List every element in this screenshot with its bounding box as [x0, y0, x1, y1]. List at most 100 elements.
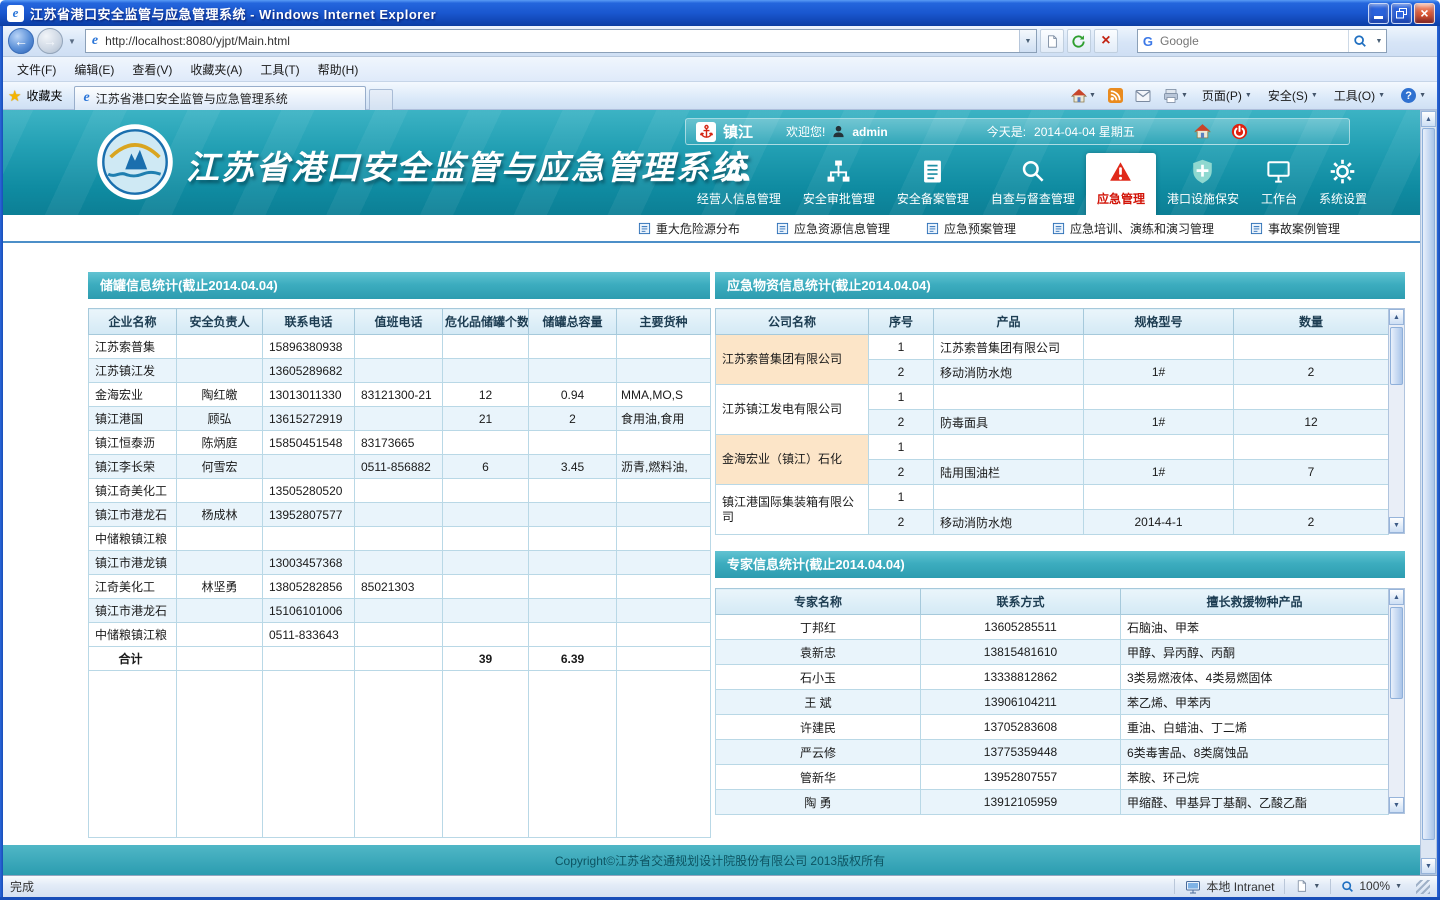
column-header: 联系电话: [263, 309, 355, 335]
nav-item-5[interactable]: 港口设施保安: [1156, 153, 1250, 215]
submenu-item-4[interactable]: 事故案例管理: [1250, 220, 1340, 237]
nav-item-6[interactable]: 工作台: [1250, 153, 1308, 215]
scroll-thumb[interactable]: [1390, 327, 1403, 385]
tank-panel-title: 储罐信息统计(截止2014.04.04): [88, 272, 710, 299]
scroll-up-icon[interactable]: ▲: [1421, 111, 1436, 127]
favorites-star-icon[interactable]: ★: [8, 87, 21, 105]
scroll-down-icon[interactable]: ▼: [1389, 797, 1404, 813]
print-button[interactable]: ▼: [1159, 86, 1192, 106]
expert-row: 许建民13705283608重油、白蜡油、丁二烯: [716, 715, 1389, 740]
mail-button[interactable]: [1131, 87, 1155, 105]
scroll-up-icon[interactable]: ▲: [1389, 589, 1404, 605]
expert-row: 王 斌13906104211苯乙烯、甲苯丙: [716, 690, 1389, 715]
nav-item-2[interactable]: 安全备案管理: [886, 153, 980, 215]
form-icon: [926, 222, 939, 235]
tank-row: 中储粮镇江粮: [89, 527, 711, 551]
emergency-icon: [1107, 158, 1134, 185]
submenu-item-3[interactable]: 应急培训、演练和演习管理: [1052, 220, 1214, 237]
column-header: 数量: [1234, 309, 1389, 335]
scroll-down-icon[interactable]: ▼: [1389, 517, 1404, 533]
compatibility-view-button[interactable]: [1040, 29, 1064, 53]
home-shortcut-icon[interactable]: [1194, 123, 1211, 140]
tools-menu-button[interactable]: 工具(O)▼: [1328, 85, 1391, 106]
column-header: 公司名称: [716, 309, 869, 335]
forward-button[interactable]: →: [37, 28, 63, 54]
tab-title: 江苏省港口安全监管与应急管理系统: [96, 90, 288, 107]
menu-item-4[interactable]: 工具(T): [251, 58, 308, 81]
stop-button[interactable]: ×: [1094, 29, 1118, 53]
scroll-thumb[interactable]: [1422, 128, 1435, 840]
search-magnifier-icon[interactable]: [1348, 30, 1372, 52]
scroll-thumb[interactable]: [1390, 607, 1403, 699]
supplies-row: 江苏镇江发电有限公司1: [716, 385, 1389, 410]
scroll-down-icon[interactable]: ▼: [1421, 858, 1436, 874]
company-cell: 江苏镇江发电有限公司: [716, 385, 869, 435]
protected-mode-indicator[interactable]: ▼: [1284, 879, 1330, 894]
window-title: 江苏省港口安全监管与应急管理系统 - Windows Internet Expl…: [30, 4, 1368, 23]
experts-table: 专家名称联系方式擅长救援物种产品 丁邦红13605285511石脑油、甲苯袁新忠…: [715, 588, 1389, 815]
tank-table-wrap: 企业名称安全负责人联系电话值班电话危化品储罐个数储罐总容量主要货种 江苏索普集1…: [88, 308, 710, 838]
company-cell: 江苏索普集团有限公司: [716, 335, 869, 385]
menu-item-2[interactable]: 查看(V): [123, 58, 181, 81]
menu-item-1[interactable]: 编辑(E): [65, 58, 123, 81]
form-icon: [638, 222, 651, 235]
page-scrollbar[interactable]: ▲ ▼: [1420, 110, 1437, 875]
search-dropdown-icon[interactable]: ▼: [1372, 30, 1386, 52]
home-button[interactable]: ▼: [1067, 86, 1100, 106]
resize-grip[interactable]: [1416, 880, 1430, 894]
print-dropdown-icon[interactable]: ▼: [1181, 92, 1188, 99]
submenu-item-2[interactable]: 应急预案管理: [926, 220, 1016, 237]
minimize-button[interactable]: [1368, 3, 1389, 24]
nav-item-4[interactable]: 应急管理: [1086, 153, 1156, 215]
history-dropdown-icon[interactable]: ▼: [66, 37, 78, 46]
restore-button[interactable]: [1391, 3, 1412, 24]
column-header: 序号: [869, 309, 934, 335]
tank-row: 镇江奇美化工13505280520: [89, 479, 711, 503]
favorites-label[interactable]: 收藏夹: [26, 87, 62, 104]
window-frame: [0, 26, 3, 900]
tank-filler-row: [89, 671, 711, 838]
experts-scrollbar[interactable]: ▲ ▼: [1388, 588, 1405, 814]
scroll-up-icon[interactable]: ▲: [1389, 309, 1404, 325]
nav-item-0[interactable]: 经营人信息管理: [686, 153, 792, 215]
close-button[interactable]: ×: [1414, 3, 1435, 24]
back-button[interactable]: ←: [8, 28, 34, 54]
url-input[interactable]: [103, 33, 1019, 49]
new-tab-button[interactable]: [369, 89, 393, 110]
help-button[interactable]: ?▼: [1395, 86, 1432, 105]
expert-row: 袁新忠13815481610甲醇、异丙醇、丙酮: [716, 640, 1389, 665]
favorites-bar: ★ 收藏夹 e 江苏省港口安全监管与应急管理系统 ▼ ▼ 页面(P)▼ 安全(S…: [0, 82, 1440, 110]
today-value: 2014-04-04 星期五: [1034, 123, 1135, 140]
security-zone[interactable]: 本地 Intranet: [1174, 879, 1284, 894]
menu-item-5[interactable]: 帮助(H): [309, 58, 368, 81]
security-icon: [1189, 158, 1216, 185]
menu-item-0[interactable]: 文件(F): [8, 58, 65, 81]
home-dropdown-icon[interactable]: ▼: [1089, 92, 1096, 99]
google-logo-icon: G: [1143, 34, 1153, 49]
logout-power-icon[interactable]: [1231, 123, 1248, 140]
safety-menu-button[interactable]: 安全(S)▼: [1262, 85, 1324, 106]
port-logo-icon: [96, 123, 174, 201]
submenu-item-0[interactable]: 重大危险源分布: [638, 220, 740, 237]
nav-item-1[interactable]: 安全审批管理: [792, 153, 886, 215]
page-menu-button[interactable]: 页面(P)▼: [1196, 85, 1258, 106]
nav-item-7[interactable]: 系统设置: [1308, 153, 1378, 215]
submenu-item-1[interactable]: 应急资源信息管理: [776, 220, 890, 237]
status-text: 完成: [10, 878, 34, 895]
tank-row: 江苏索普集15896380938: [89, 335, 711, 359]
zoom-control[interactable]: 100% ▼: [1330, 879, 1412, 894]
tank-table: 企业名称安全负责人联系电话值班电话危化品储罐个数储罐总容量主要货种 江苏索普集1…: [88, 308, 711, 838]
menu-item-3[interactable]: 收藏夹(A): [181, 58, 251, 81]
user-bar: 镇江 欢迎您! admin 今天是: 2014-04-04 星期五: [685, 118, 1350, 145]
search-input[interactable]: [1158, 33, 1348, 49]
form-icon: [1250, 222, 1263, 235]
nav-item-3[interactable]: 自查与督查管理: [980, 153, 1086, 215]
feeds-button[interactable]: [1104, 86, 1127, 105]
browser-tab[interactable]: e 江苏省港口安全监管与应急管理系统: [74, 86, 366, 110]
url-dropdown-icon[interactable]: ▼: [1019, 30, 1036, 52]
supplies-table-header-row: 公司名称序号产品规格型号数量: [716, 309, 1389, 335]
refresh-button[interactable]: [1067, 29, 1091, 53]
main-nav: 经营人信息管理安全审批管理安全备案管理自查与督查管理应急管理港口设施保安工作台系…: [686, 153, 1378, 215]
supplies-scrollbar[interactable]: ▲ ▼: [1388, 308, 1405, 534]
tab-favicon-icon: e: [83, 90, 89, 106]
